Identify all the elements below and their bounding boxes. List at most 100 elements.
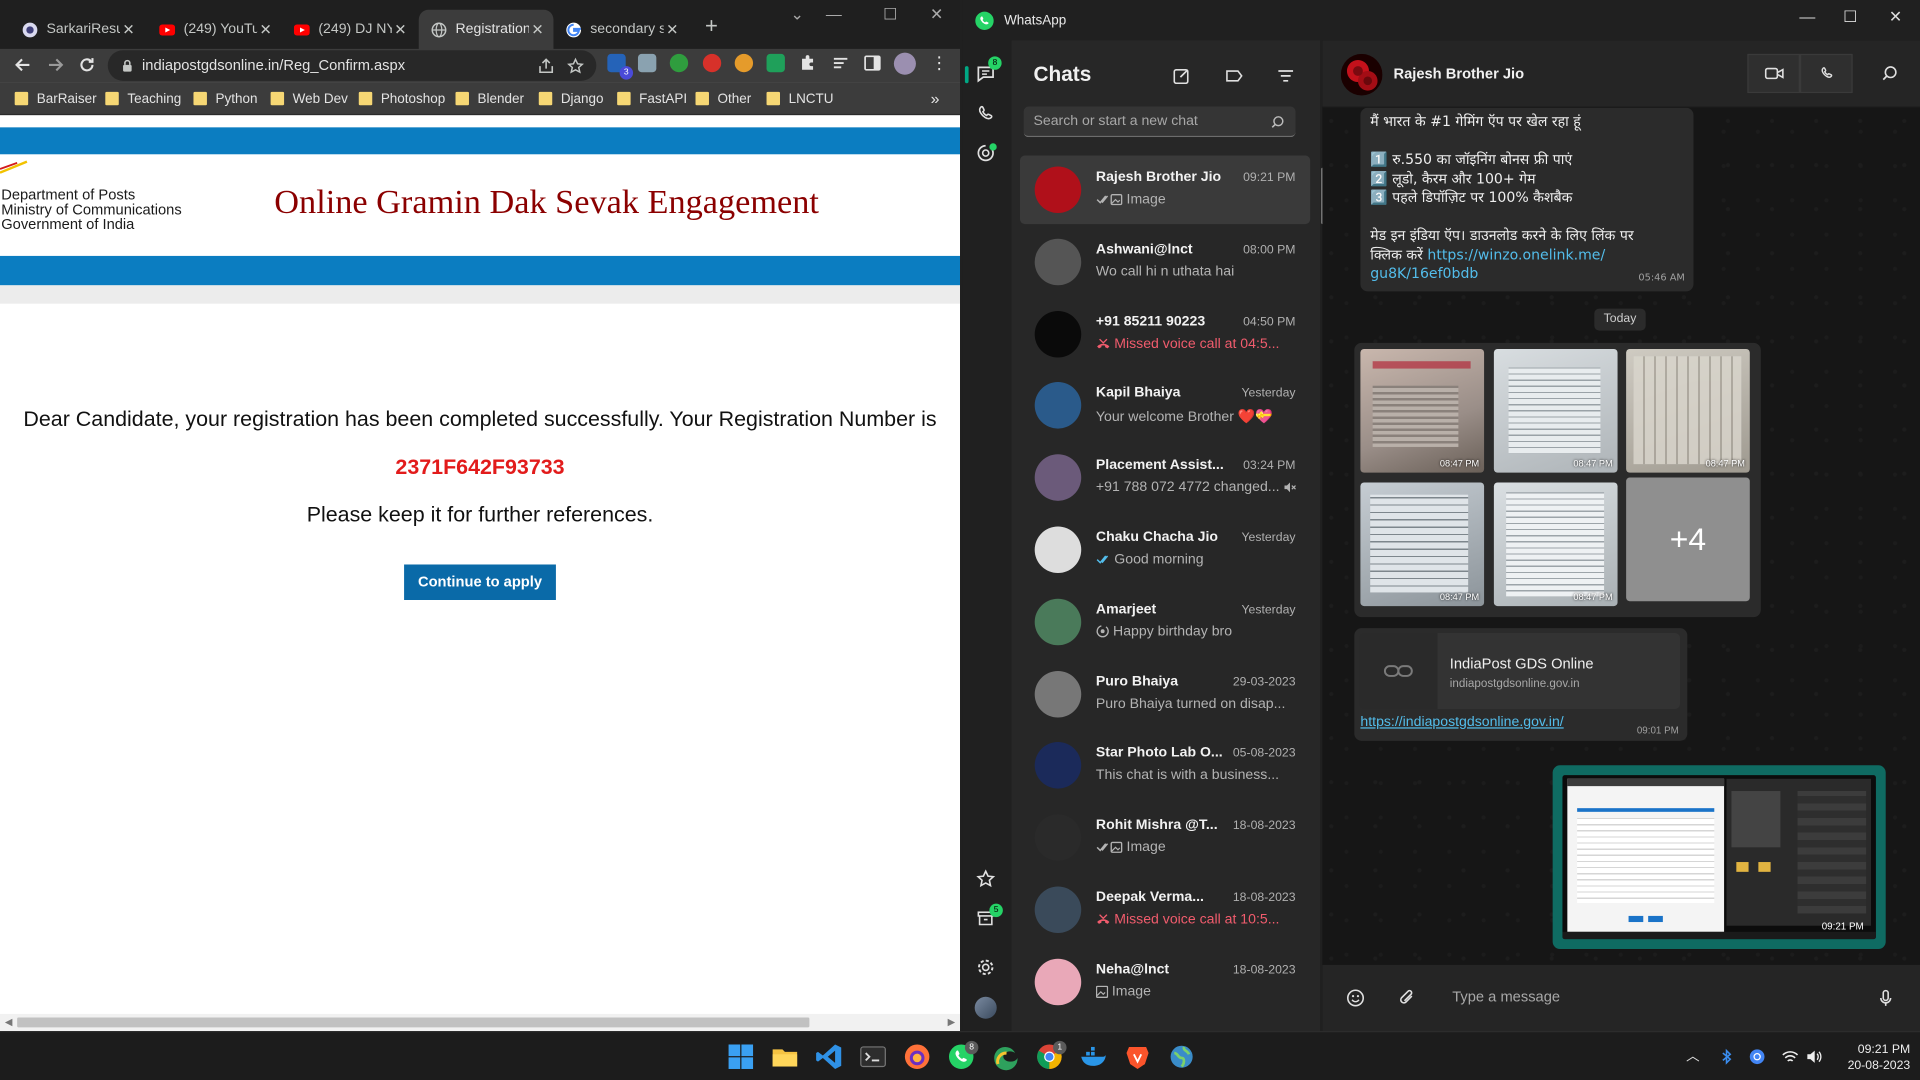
chat-list-item[interactable]: Chaku Chacha Jio Yesterday Good morning — [1020, 516, 1310, 585]
firefox-icon[interactable] — [902, 1042, 931, 1071]
search-input[interactable]: Search or start a new chat — [1023, 106, 1296, 138]
profile-avatar[interactable] — [893, 52, 916, 75]
photo-thumbnail[interactable]: 08:47 PM — [1493, 482, 1618, 607]
vscode-icon[interactable] — [814, 1042, 843, 1071]
bookmark-barraiser[interactable]: BarRaiser — [14, 89, 97, 107]
tab-registration[interactable]: Registration F ✕ — [418, 9, 554, 49]
terminal-icon[interactable] — [858, 1042, 887, 1071]
chrome-tray-icon[interactable] — [1749, 1048, 1766, 1065]
tab-youtube-1[interactable]: (249) YouTube ✕ — [147, 10, 282, 49]
search-icon[interactable] — [1882, 65, 1898, 81]
chat-list-item[interactable]: Rohit Mishra @T... 18-08-2023 Image — [1020, 803, 1310, 872]
forward-icon[interactable] — [44, 54, 66, 76]
calls-icon[interactable] — [975, 103, 997, 125]
link-preview-card[interactable]: IndiaPost GDS Online indiapostgdsonline.… — [1359, 633, 1681, 709]
photo-thumbnail[interactable]: 08:47 PM — [1626, 348, 1750, 473]
bookmark-teaching[interactable]: Teaching — [105, 89, 181, 107]
chat-list-item[interactable]: Ashwani@lnct 08:00 PM Wo call hi n uthata … — [1020, 228, 1310, 297]
docker-icon[interactable] — [1079, 1042, 1108, 1071]
edge-icon[interactable] — [991, 1042, 1020, 1071]
close-window-button[interactable]: ✕ — [918, 5, 955, 29]
chat-list-item[interactable]: Puro Bhaiya 29-03-2023 Puro Bhaiya turned … — [1020, 660, 1310, 729]
incoming-message[interactable]: मैं भारत के #1 गेमिंग ऍप पर खेल रहा हूं … — [1360, 107, 1694, 292]
scroll-left-icon[interactable]: ◀ — [5, 1016, 13, 1027]
brave-icon[interactable] — [1123, 1042, 1152, 1071]
profile-avatar[interactable] — [974, 996, 997, 1019]
chat-list-item[interactable]: Amarjeet Yesterday Happy birthday bro — [1020, 588, 1310, 657]
extension-icon[interactable] — [669, 53, 689, 73]
bookmark-lnctu[interactable]: LNCTU — [766, 89, 833, 107]
chat-list-item[interactable]: Rajesh Brother Jio 09:21 PM Image — [1020, 155, 1311, 225]
message-area[interactable]: मैं भारत के #1 गेमिंग ऍप पर खेल रहा हूं … — [1322, 107, 1920, 965]
extension-icon[interactable] — [766, 53, 785, 73]
starred-icon[interactable] — [975, 868, 997, 890]
search-icon[interactable] — [1271, 115, 1284, 128]
emoji-icon[interactable] — [1346, 988, 1366, 1008]
extension-icon[interactable] — [702, 53, 722, 73]
tab-sarkari[interactable]: SarkariResult ✕ — [10, 10, 145, 49]
scrollbar-thumb[interactable] — [17, 1017, 810, 1028]
bookmark-webdev[interactable]: Web Dev — [270, 89, 348, 107]
message-link[interactable]: https://indiapostgdsonline.gov.in/ — [1360, 715, 1563, 730]
outgoing-image-message[interactable]: 09:21 PM — [1552, 765, 1886, 949]
filter-icon[interactable] — [1276, 66, 1296, 86]
windows-start-icon[interactable] — [726, 1042, 755, 1071]
photo-album-message[interactable]: 08:47 PM 08:47 PM 08:47 PM 08:47 PM 08:4… — [1354, 342, 1761, 618]
bookmark-star-icon[interactable] — [567, 57, 584, 75]
bookmark-django[interactable]: Django — [538, 89, 604, 107]
side-panel-icon[interactable] — [863, 54, 881, 72]
tray-chevron-icon[interactable]: ︿ — [1686, 1048, 1703, 1065]
maximize-button[interactable]: ☐ — [1836, 7, 1865, 29]
message-link[interactable]: https://winzo.onelink.me/ — [1427, 246, 1605, 263]
horizontal-scrollbar[interactable]: ◀ ▶ — [0, 1013, 961, 1032]
extensions-puzzle-icon[interactable] — [798, 54, 816, 72]
file-explorer-icon[interactable] — [770, 1042, 799, 1071]
message-input[interactable]: Type a message — [1452, 988, 1560, 1005]
close-tab-icon[interactable]: ✕ — [257, 21, 274, 38]
close-tab-icon[interactable]: ✕ — [392, 21, 409, 38]
settings-gear-icon[interactable] — [975, 956, 997, 978]
maximize-button[interactable]: ☐ — [872, 5, 909, 29]
scroll-right-icon[interactable]: ▶ — [948, 1016, 956, 1027]
chrome-menu-icon[interactable]: ⋮ — [931, 53, 948, 74]
bookmark-other[interactable]: Other — [695, 89, 751, 107]
cookie-extension-icon[interactable] — [734, 53, 754, 73]
bluetooth-icon[interactable] — [1718, 1048, 1735, 1065]
chat-list-item[interactable]: +91 85211 90223 04:50 PM Missed voice call… — [1020, 300, 1310, 369]
contact-name[interactable]: Rajesh Brother Jio — [1393, 65, 1524, 82]
close-window-button[interactable]: ✕ — [1881, 7, 1910, 29]
bookmark-blender[interactable]: Blender — [455, 89, 524, 107]
globe-app-icon[interactable] — [1167, 1042, 1196, 1071]
link-message[interactable]: IndiaPost GDS Online indiapostgdsonline.… — [1354, 628, 1688, 741]
system-clock[interactable]: 09:21 PM 20-08-2023 — [1837, 1042, 1911, 1074]
photo-thumbnail[interactable]: 08:47 PM — [1360, 482, 1485, 607]
contact-avatar[interactable] — [1340, 53, 1383, 96]
extension-icon[interactable] — [637, 53, 657, 73]
new-tab-button[interactable]: + — [699, 15, 723, 39]
address-bar[interactable]: indiapostgdsonline.in/Reg_Confirm.aspx — [107, 50, 597, 81]
chat-list-item[interactable]: Star Photo Lab O... 05-08-2023 This chat i… — [1020, 731, 1310, 800]
tab-youtube-2[interactable]: (249) DJ NYK ✕ — [282, 10, 417, 49]
bookmark-fastapi[interactable]: FastAPI — [617, 89, 687, 107]
microphone-icon[interactable] — [1876, 988, 1896, 1008]
volume-icon[interactable] — [1805, 1048, 1822, 1065]
attach-paperclip-icon[interactable] — [1397, 988, 1417, 1008]
minimize-button[interactable]: — — [1793, 7, 1822, 29]
back-icon[interactable] — [12, 54, 34, 76]
bookmark-photoshop[interactable]: Photoshop — [358, 89, 445, 107]
photo-thumbnail[interactable]: 08:47 PM — [1360, 348, 1485, 473]
reading-list-icon[interactable] — [831, 54, 849, 72]
continue-to-apply-button[interactable]: Continue to apply — [404, 564, 556, 601]
bookmarks-overflow-icon[interactable]: » — [931, 89, 940, 107]
lock-icon[interactable] — [121, 59, 133, 72]
message-link[interactable]: gu8K/16ef0bdb — [1370, 264, 1683, 283]
more-photos-overlay[interactable]: +4 — [1626, 477, 1750, 602]
chat-list-item[interactable]: Deepak Verma... 18-08-2023 Missed voice ca… — [1020, 876, 1310, 945]
share-icon[interactable] — [538, 58, 555, 75]
bookmark-python[interactable]: Python — [193, 89, 257, 107]
close-tab-icon[interactable]: ✕ — [120, 21, 137, 38]
labels-icon[interactable] — [1224, 66, 1244, 86]
close-tab-icon[interactable]: ✕ — [664, 21, 681, 38]
chat-list-item[interactable]: Kapil Bhaiya Yesterday Your welcome Brothe… — [1020, 371, 1310, 440]
new-chat-icon[interactable] — [1172, 66, 1192, 86]
